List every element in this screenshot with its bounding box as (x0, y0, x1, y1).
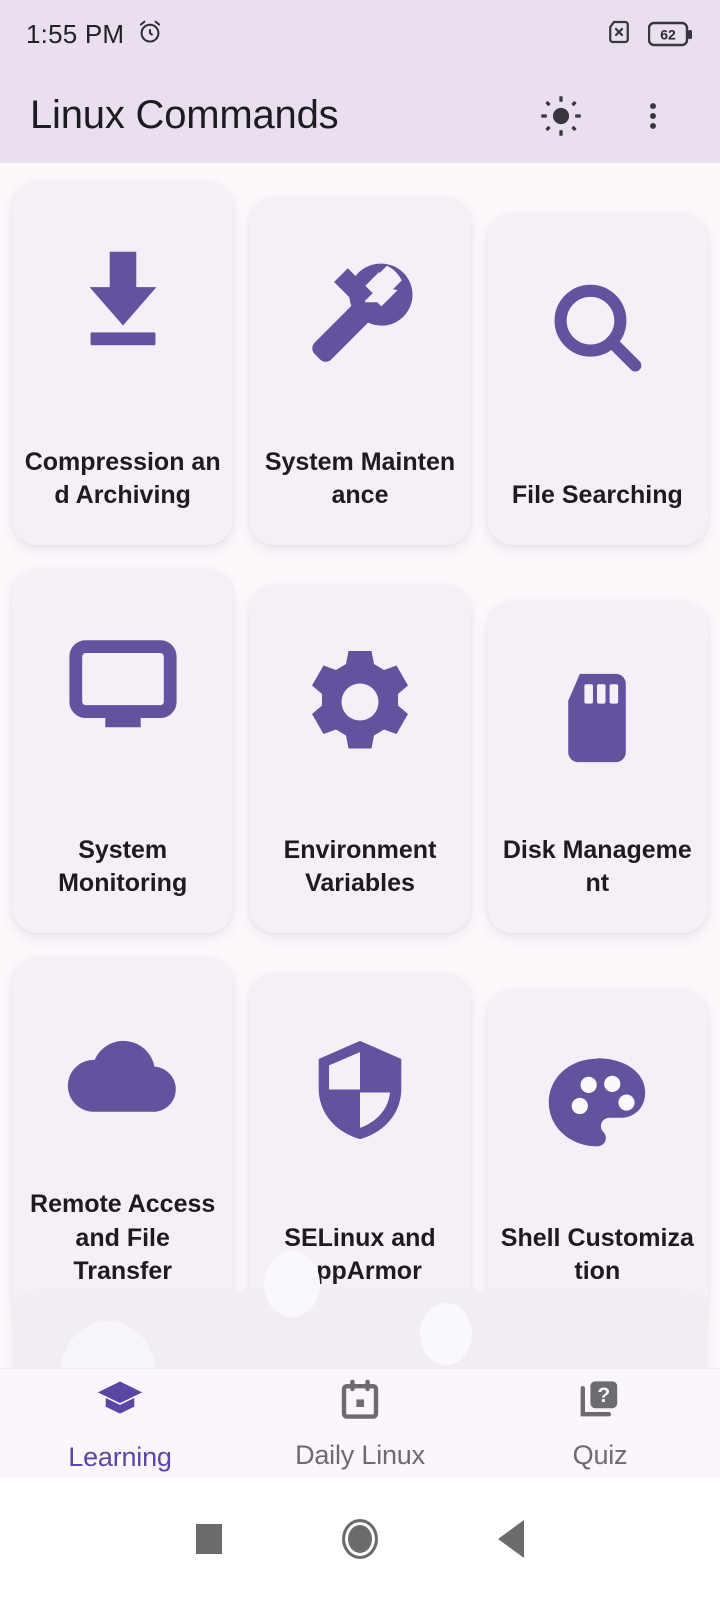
alarm-clock-icon (136, 18, 164, 51)
card-label: Environment Variables (283, 835, 437, 898)
card-label: System Monitoring (58, 835, 188, 898)
nav-item-learning[interactable]: Learning (0, 1375, 240, 1473)
wrench-icon (299, 239, 421, 389)
archive-download-icon (64, 223, 182, 373)
square-recents-icon[interactable] (196, 1524, 222, 1554)
circle-home-icon[interactable] (342, 1519, 378, 1559)
status-time: 1:55 PM (26, 18, 125, 49)
category-grid-scroll[interactable]: Compression and Archiving System Mainten… (0, 163, 720, 1368)
card-label: Remote Access and File Transfer (30, 1189, 216, 1286)
card-shell-customization[interactable]: Shell Customization (486, 989, 708, 1321)
nav-label: Learning (68, 1441, 172, 1472)
card-label: Shell Customization (500, 1223, 694, 1286)
sd-card-icon (543, 643, 651, 793)
app-screen: 1:55 PM 62 Linux Commands Compression an… (0, 0, 720, 1600)
promo-banner-partial[interactable] (12, 1291, 708, 1368)
status-bar-right: 62 (604, 17, 694, 52)
nav-item-daily-linux[interactable]: Daily Linux (240, 1377, 480, 1471)
bottom-navigation: Learning Daily Linux ? Quiz (0, 1368, 720, 1478)
app-bar-actions (538, 93, 690, 139)
card-system-maintenance[interactable]: System Maintenance (249, 197, 471, 545)
no-sim-icon (604, 17, 634, 52)
gear-icon (300, 627, 420, 777)
monitor-icon (64, 611, 182, 761)
svg-text:?: ? (597, 1383, 610, 1406)
card-compression-and-archiving[interactable]: Compression and Archiving (12, 181, 234, 545)
card-environment-variables[interactable]: Environment Variables (249, 585, 471, 933)
card-disk-management[interactable]: Disk Management (486, 601, 708, 933)
graduation-cap-icon (94, 1375, 146, 1432)
triangle-back-icon[interactable] (498, 1520, 524, 1558)
floating-circle-decor (264, 1251, 320, 1317)
banner-circle-decor (60, 1321, 156, 1368)
more-vertical-icon[interactable] (630, 93, 676, 139)
battery-level-text: 62 (660, 27, 676, 43)
nav-label: Daily Linux (295, 1439, 425, 1470)
floating-circle-decor (420, 1303, 472, 1365)
battery-icon: 62 (648, 21, 694, 47)
palette-icon (538, 1031, 656, 1181)
search-magnifier-icon (541, 255, 653, 405)
card-label: System Maintenance (264, 447, 456, 510)
card-file-searching[interactable]: File Searching (486, 213, 708, 545)
cloud-icon (60, 999, 186, 1149)
category-grid: Compression and Archiving System Mainten… (0, 163, 720, 1321)
card-remote-access-and-file-transfer[interactable]: Remote Access and File Transfer (12, 957, 234, 1321)
status-bar-left: 1:55 PM (26, 18, 164, 51)
status-bar: 1:55 PM 62 (0, 0, 720, 68)
nav-label: Quiz (572, 1439, 628, 1470)
app-bar: Linux Commands (0, 68, 720, 163)
card-label: Disk Management (502, 835, 692, 898)
quiz-question-icon: ? (576, 1377, 624, 1430)
brightness-sun-icon[interactable] (538, 93, 584, 139)
shield-icon (301, 1015, 419, 1165)
card-label: File Searching (511, 481, 683, 510)
card-label: Compression and Archiving (24, 447, 221, 510)
page-title: Linux Commands (30, 93, 339, 137)
system-navigation-bar (0, 1478, 720, 1600)
calendar-icon (336, 1377, 384, 1430)
nav-item-quiz[interactable]: ? Quiz (480, 1377, 720, 1471)
card-system-monitoring[interactable]: System Monitoring (12, 569, 234, 933)
